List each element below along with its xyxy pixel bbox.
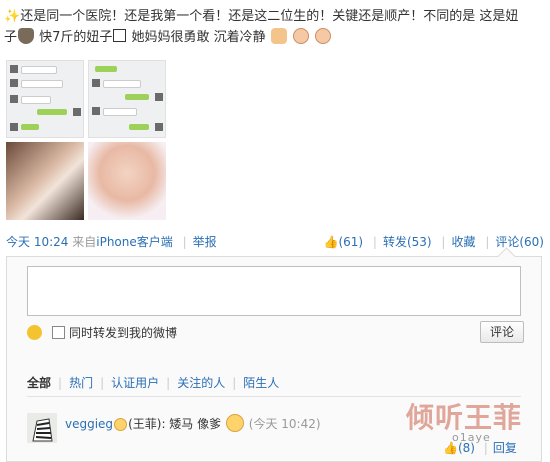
tab-following[interactable]: 关注的人 <box>177 376 225 390</box>
tab-hot[interactable]: 热门 <box>69 376 93 390</box>
like-button[interactable]: 👍(61) <box>323 235 363 249</box>
missing-glyph-box-icon <box>113 29 127 42</box>
baby-photo-thumbnail[interactable] <box>88 142 166 220</box>
policeman-emoji-icon <box>18 28 35 44</box>
thumbs-up-icon: 👍 <box>323 235 339 249</box>
comment-time: (今天 10:42) <box>248 417 321 431</box>
tab-strangers[interactable]: 陌生人 <box>243 376 279 390</box>
post-meta-left: 今天 10:24 来自iPhone客户端 | 举报 <box>6 233 217 250</box>
zebra-avatar-icon <box>27 413 57 443</box>
comment-text: veggieg (王菲): 矮马 像爹 (今天 10:42) <box>65 414 321 432</box>
source-link[interactable]: iPhone客户端 <box>96 235 173 249</box>
separator: | <box>182 235 187 249</box>
smile-emoji-icon <box>114 418 128 431</box>
thumbs-up-emoji-icon <box>270 28 287 44</box>
like-count: (61) <box>338 235 364 249</box>
post-line2a: 子 <box>4 30 18 45</box>
girl-face-emoji-icon <box>292 28 309 44</box>
tab-verified[interactable]: 认证用户 <box>111 376 159 390</box>
post-time-link[interactable]: 今天 10:24 <box>6 235 68 249</box>
panel-arrow <box>497 247 516 266</box>
comment-input[interactable] <box>27 266 521 316</box>
forward-link[interactable]: 转发(53) <box>383 235 432 249</box>
watermark-logo: 倾听王菲 <box>406 401 523 434</box>
chat-screenshot-thumbnail-2[interactable] <box>88 60 166 138</box>
photo-grid <box>6 60 166 220</box>
reply-link[interactable]: 回复 <box>493 441 517 455</box>
forward-checkbox[interactable] <box>52 326 65 339</box>
couple-photo-thumbnail[interactable] <box>6 142 84 220</box>
post-actions: 👍(61) | 转发(53) | 收藏 | 评论(60) <box>323 235 544 249</box>
comment-link[interactable]: 评论(60) <box>495 235 544 249</box>
comment-mention: (王菲) <box>128 417 162 431</box>
post-line1: 还是同一个医院！还是我第一个看！还是这二位生的！关键还是顺产！不同的是 这是妞 <box>20 9 519 24</box>
post-line2c: 她妈妈很勇敢 沉着冷静 <box>127 30 266 45</box>
sparkle-icon: ✨ <box>4 9 21 24</box>
girl-face-emoji-icon-2 <box>315 28 332 44</box>
watermark-sub: o1aye <box>452 431 491 444</box>
submit-comment-button[interactable]: 评论 <box>480 321 524 343</box>
grin-emoji-icon <box>225 414 244 432</box>
avatar[interactable] <box>27 413 57 443</box>
post-text: ✨还是同一个医院！还是我第一个看！还是这二位生的！关键还是顺产！不同的是 这是妞… <box>4 6 544 48</box>
report-link[interactable]: 举报 <box>193 235 217 249</box>
forward-checkbox-label: 同时转发到我的微博 <box>69 326 178 340</box>
favorite-link[interactable]: 收藏 <box>451 235 475 249</box>
comment-body: : 矮马 像爹 <box>161 417 222 431</box>
comment-filter-tabs: 全部 | 热门 | 认证用户 | 关注的人 | 陌生人 <box>27 376 280 390</box>
source-prefix: 来自 <box>72 235 97 249</box>
comment-user-link[interactable]: veggieg <box>65 417 113 431</box>
tab-all[interactable]: 全部 <box>27 376 51 390</box>
post-line2b: 快7斤的妞子 <box>35 30 113 45</box>
chat-screenshot-thumbnail-1[interactable] <box>6 60 84 138</box>
emoji-picker-icon[interactable] <box>27 325 42 340</box>
